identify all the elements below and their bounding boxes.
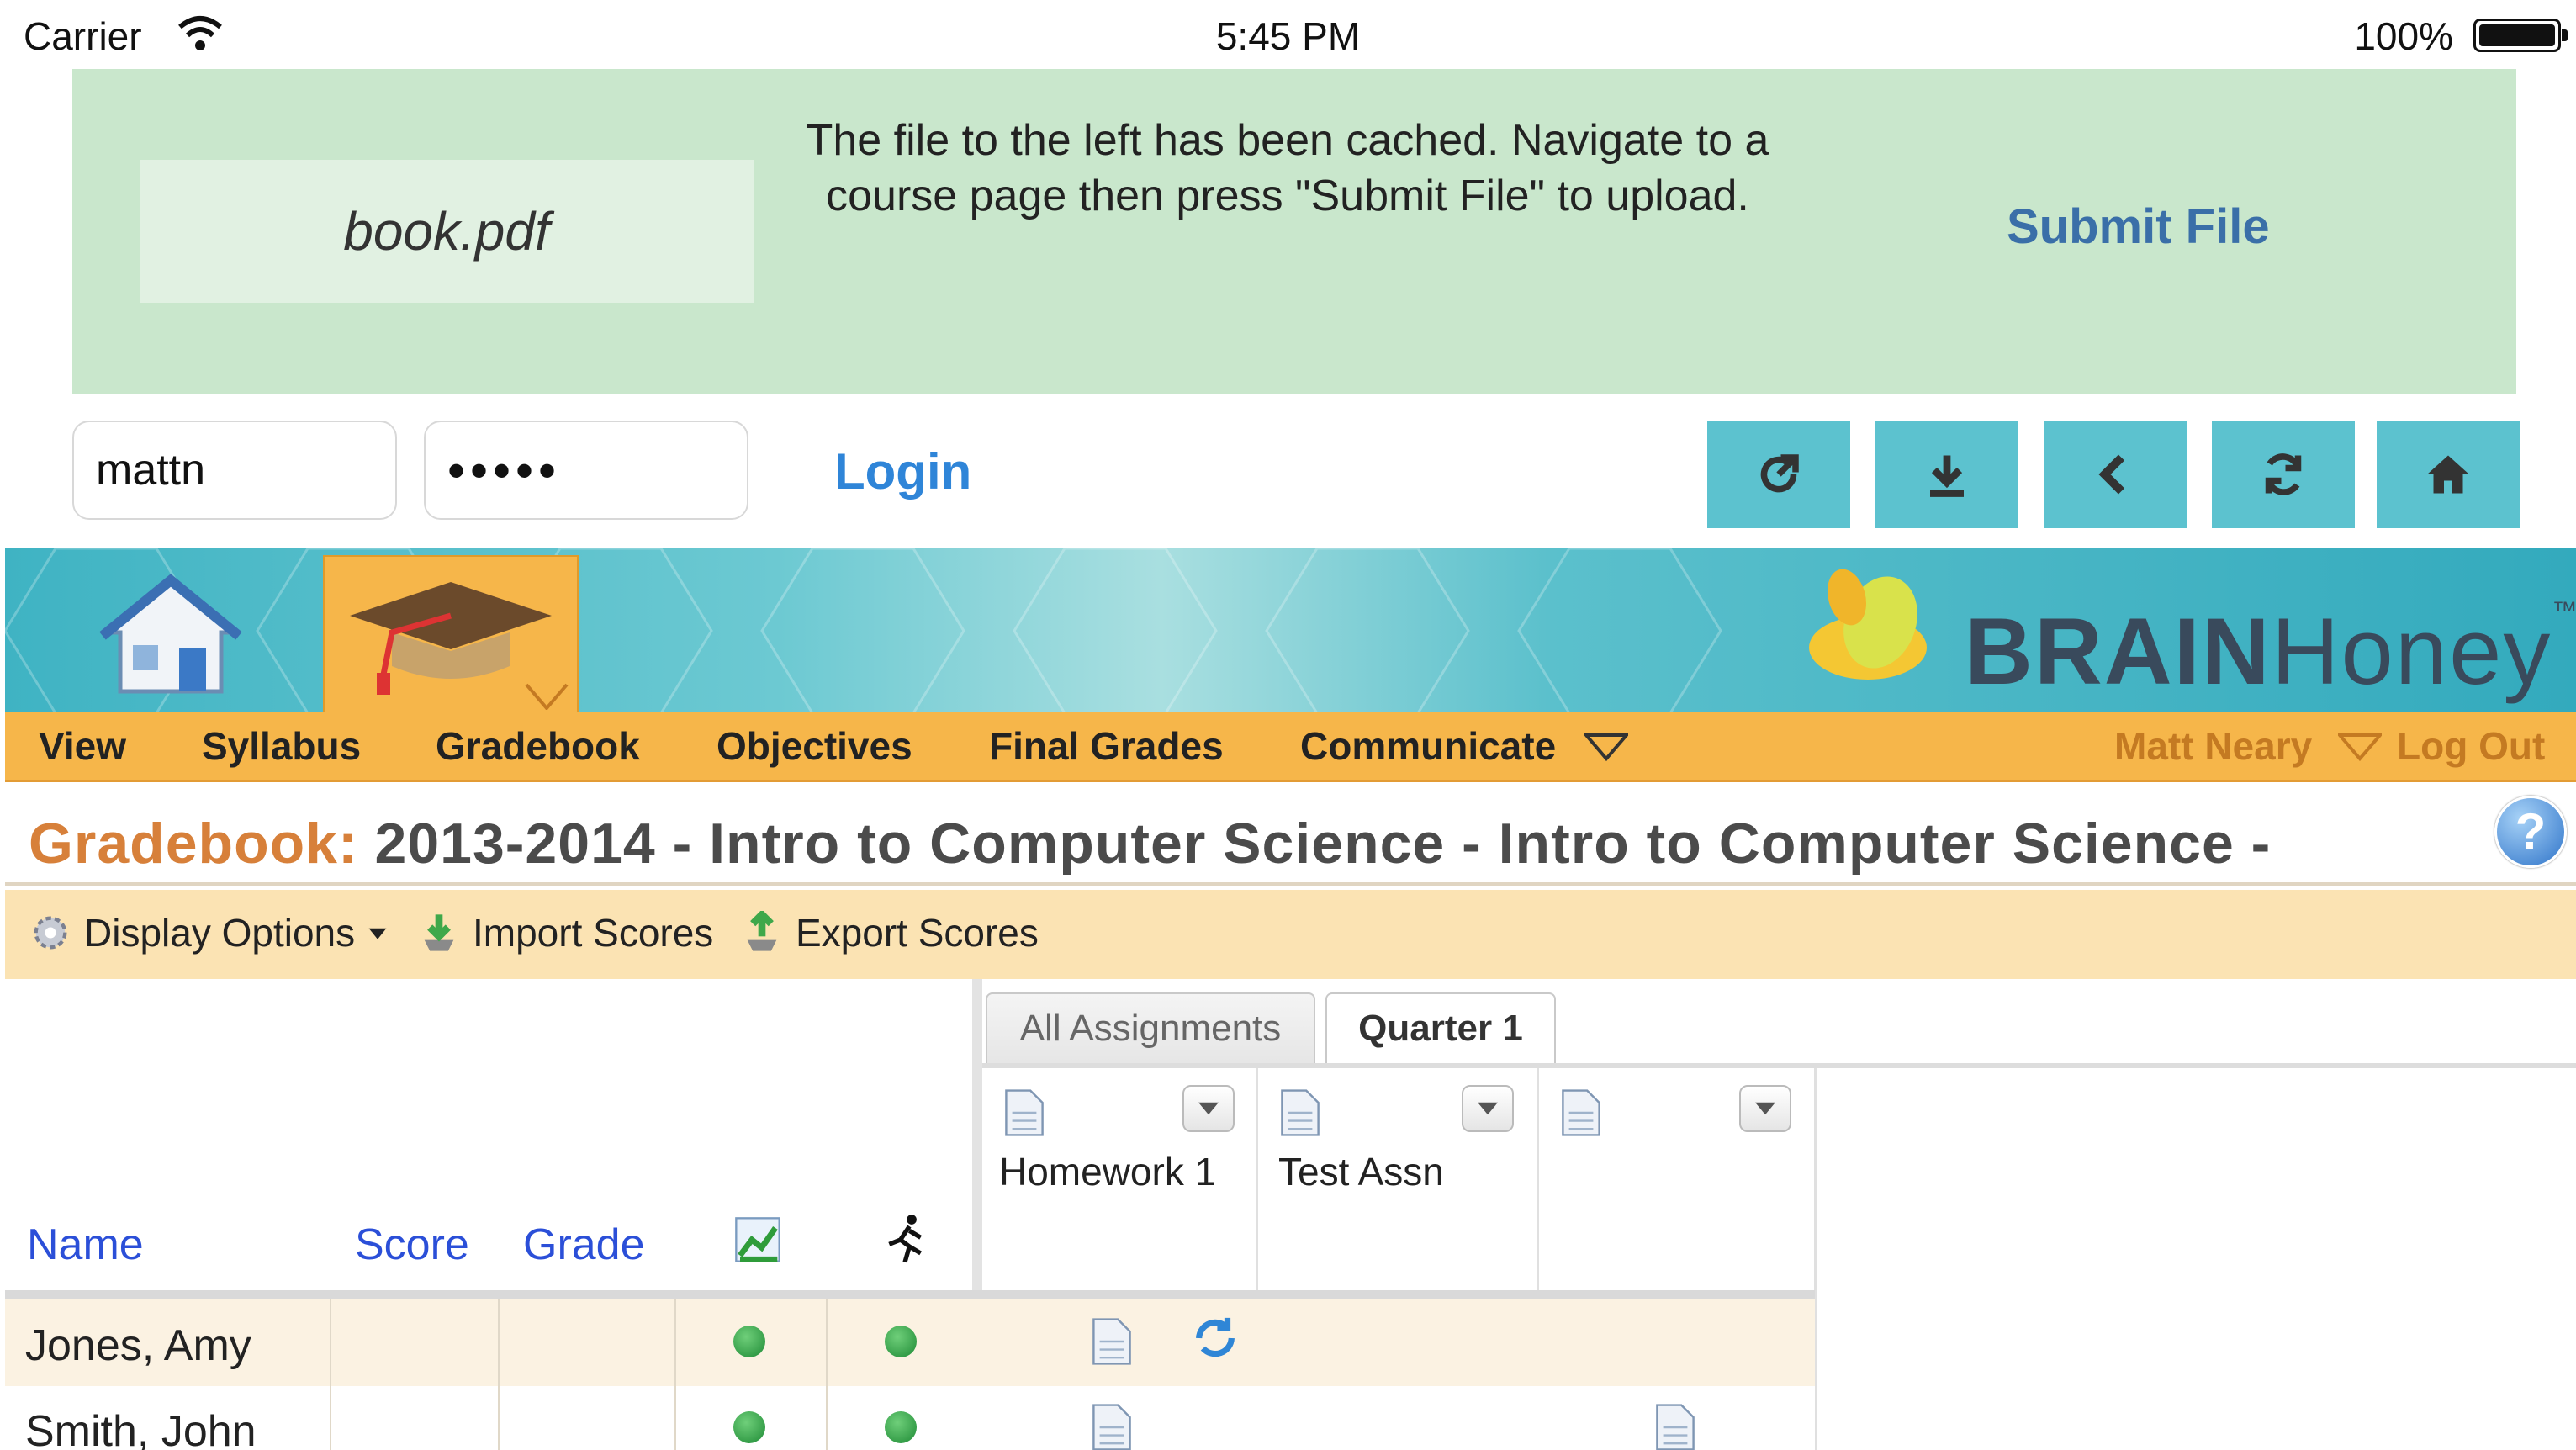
graduation-cap-icon xyxy=(350,582,552,695)
running-person-icon[interactable] xyxy=(878,1213,932,1267)
assignment-title[interactable]: Homework 1 xyxy=(999,1149,1216,1194)
nav-view[interactable]: View xyxy=(39,723,126,769)
help-icon[interactable]: ? xyxy=(2494,796,2567,868)
share-icon xyxy=(1760,454,1799,493)
user-menu[interactable]: Matt Neary xyxy=(2114,723,2312,769)
document-icon xyxy=(1005,1089,1044,1136)
page-title-label: Gradebook: xyxy=(29,812,358,876)
export-icon xyxy=(747,911,777,951)
display-options-button[interactable]: Display Options xyxy=(29,910,389,955)
cached-file-name: book.pdf xyxy=(140,160,754,303)
refresh-icon xyxy=(2265,453,2302,495)
cell-divider xyxy=(498,1299,500,1386)
export-scores-button[interactable]: Export Scores xyxy=(740,910,1039,955)
document-icon xyxy=(1281,1089,1320,1136)
assignment-menu-button[interactable] xyxy=(1739,1085,1791,1132)
nav-final-grades[interactable]: Final Grades xyxy=(989,723,1224,769)
page-title-text: 2013-2014 - Intro to Computer Science - … xyxy=(374,812,2272,876)
battery-percent: 100% xyxy=(2354,14,2453,58)
activity-dot xyxy=(885,1411,917,1443)
cell-divider xyxy=(674,1386,676,1450)
back-icon xyxy=(2098,454,2125,495)
cell-divider xyxy=(826,1299,828,1386)
share-button[interactable] xyxy=(1707,421,1850,528)
import-icon xyxy=(424,914,454,951)
tab-quarter-1[interactable]: Quarter 1 xyxy=(1325,992,1556,1063)
app-header: BRAINHoney™ xyxy=(5,548,2576,713)
name-column-header[interactable]: Name xyxy=(27,1220,144,1270)
nav-objectives[interactable]: Objectives xyxy=(717,723,912,769)
house-icon[interactable] xyxy=(99,574,242,700)
course-tab[interactable] xyxy=(323,555,579,713)
cache-banner: book.pdf The file to the left has been c… xyxy=(72,69,2516,394)
nav-syllabus[interactable]: Syllabus xyxy=(202,723,361,769)
password-field[interactable]: ••••• xyxy=(424,421,748,520)
document-icon[interactable] xyxy=(1092,1403,1132,1450)
page-title: Gradebook: 2013-2014 - Intro to Computer… xyxy=(29,811,2271,876)
import-scores-label: Import Scores xyxy=(473,911,714,955)
chevron-down-icon xyxy=(525,683,569,710)
resubmit-icon[interactable] xyxy=(1189,1314,1241,1363)
main-nav: View Syllabus Gradebook Objectives Final… xyxy=(5,712,2576,782)
options-toolbar: Display Options Import Scores Export Sco… xyxy=(5,890,2576,979)
cell-divider xyxy=(826,1386,828,1450)
caret-down-icon xyxy=(1478,1102,1498,1115)
document-icon[interactable] xyxy=(1655,1403,1695,1450)
student-name[interactable]: Smith, John xyxy=(25,1406,257,1450)
home-icon xyxy=(2427,455,2469,494)
table-row[interactable]: Smith, John xyxy=(5,1386,1815,1450)
submit-file-button[interactable]: Submit File xyxy=(2007,198,2270,255)
grade-column-header[interactable]: Grade xyxy=(523,1220,645,1270)
login-button[interactable]: Login xyxy=(834,442,971,500)
display-options-label: Display Options xyxy=(84,911,356,955)
username-field[interactable]: mattn xyxy=(72,421,397,520)
cache-message: The file to the left has been cached. Na… xyxy=(806,116,1769,220)
brand-light: Honey xyxy=(2271,599,2552,704)
battery-icon xyxy=(2473,19,2568,52)
score-column-header[interactable]: Score xyxy=(355,1220,469,1270)
home-button[interactable] xyxy=(2377,421,2520,528)
page-title-bar: Gradebook: 2013-2014 - Intro to Computer… xyxy=(5,782,2576,886)
download-icon xyxy=(1930,455,1964,497)
download-button[interactable] xyxy=(1875,421,2018,528)
import-scores-button[interactable]: Import Scores xyxy=(417,910,713,955)
brainhoney-logo-icon xyxy=(1809,569,1927,680)
gear-icon xyxy=(34,916,67,950)
export-scores-label: Export Scores xyxy=(796,911,1039,955)
status-dot xyxy=(733,1411,765,1443)
status-bar: Carrier 5:45 PM 100% xyxy=(0,0,2576,71)
chevron-down-icon[interactable] xyxy=(2338,733,2382,762)
assignment-title[interactable]: Test Assn xyxy=(1278,1149,1444,1194)
assignment-menu-button[interactable] xyxy=(1182,1085,1235,1132)
document-icon[interactable] xyxy=(1092,1317,1132,1366)
cell-divider xyxy=(330,1299,331,1386)
tab-all-assignments[interactable]: All Assignments xyxy=(986,992,1315,1063)
caret-down-icon xyxy=(368,928,387,939)
document-icon xyxy=(1562,1089,1600,1136)
logout-link[interactable]: Log Out xyxy=(2397,723,2545,769)
cell-divider xyxy=(674,1299,676,1386)
table-row[interactable]: Jones, Amy xyxy=(5,1299,1815,1386)
activity-dot xyxy=(885,1326,917,1357)
assignment-menu-button[interactable] xyxy=(1462,1085,1514,1132)
student-name[interactable]: Jones, Amy xyxy=(25,1320,251,1371)
status-dot xyxy=(733,1326,765,1357)
chart-icon[interactable] xyxy=(733,1216,782,1263)
caret-down-icon xyxy=(1198,1102,1219,1115)
brand-wordmark: BRAINHoney™ xyxy=(1965,597,2576,706)
nav-gradebook[interactable]: Gradebook xyxy=(436,723,640,769)
cell-divider xyxy=(330,1386,331,1450)
trademark: ™ xyxy=(2552,597,2576,625)
chevron-down-icon[interactable] xyxy=(1584,733,1628,762)
caret-down-icon xyxy=(1755,1102,1775,1115)
clock: 5:45 PM xyxy=(1215,14,1361,58)
cell-divider xyxy=(498,1386,500,1450)
header-divider xyxy=(5,1290,1815,1299)
back-button[interactable] xyxy=(2044,421,2187,528)
brand-bold: BRAIN xyxy=(1965,599,2272,704)
refresh-button[interactable] xyxy=(2212,421,2355,528)
nav-communicate[interactable]: Communicate xyxy=(1300,723,1556,769)
